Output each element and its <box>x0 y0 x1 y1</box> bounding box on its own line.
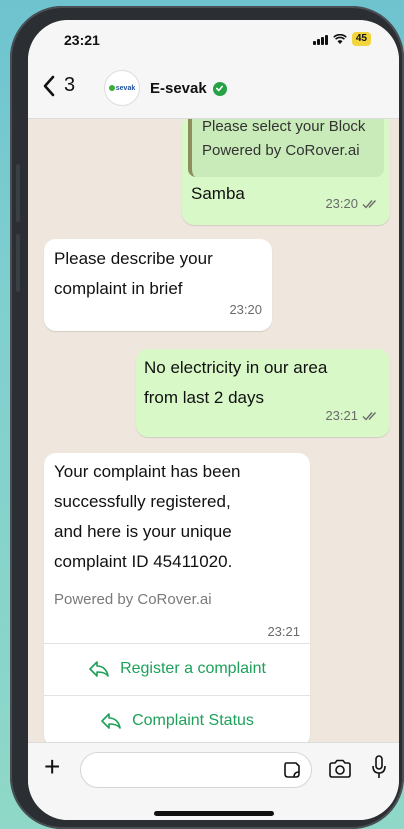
register-complaint-button[interactable]: Register a complaint <box>44 643 310 694</box>
status-icons: 45 <box>312 32 371 46</box>
verified-badge-icon <box>212 81 227 96</box>
plus-icon[interactable]: + <box>44 753 60 781</box>
contact-title[interactable]: E-sevak <box>150 80 227 97</box>
message-line: complaint in brief <box>54 279 183 298</box>
chevron-left-icon <box>43 75 55 96</box>
message-input[interactable] <box>80 752 312 788</box>
message-bubble-incoming[interactable]: Please describe your complaint in brief … <box>44 239 272 331</box>
message-text: No electricity in our area from last 2 d… <box>144 353 327 413</box>
message-text: Your complaint has been successfully reg… <box>54 457 241 577</box>
message-composer: + <box>28 742 399 820</box>
message-text: Samba <box>191 184 245 203</box>
signal-icon <box>312 34 328 45</box>
message-meta: 23:21 <box>325 401 380 431</box>
message-line: successfully registered, <box>54 492 231 511</box>
message-line: from last 2 days <box>144 388 264 407</box>
volume-down-button <box>16 234 20 292</box>
message-line: and here is your unique <box>54 522 232 541</box>
powered-by-footer: Powered by CoRover.ai <box>54 591 212 608</box>
home-indicator[interactable] <box>154 811 274 816</box>
camera-icon[interactable] <box>328 759 352 779</box>
message-bubble-incoming[interactable]: Your complaint has been successfully reg… <box>44 453 310 742</box>
microphone-icon[interactable] <box>371 755 387 781</box>
message-bubble-outgoing[interactable]: Please select your Block Powered by CoRo… <box>182 119 390 225</box>
back-button[interactable]: 3 <box>42 74 75 97</box>
battery-indicator: 45 <box>351 32 371 46</box>
message-line: Please describe your <box>54 249 213 268</box>
message-line: No electricity in our area <box>144 358 328 377</box>
reply-icon <box>89 661 109 677</box>
quoted-text-line: Powered by CoRover.ai <box>202 142 360 159</box>
quoted-message[interactable]: Please select your Block Powered by CoRo… <box>188 119 384 177</box>
message-meta: 23:20 <box>325 189 380 219</box>
message-time: 23:20 <box>229 302 262 317</box>
status-time: 23:21 <box>64 32 100 48</box>
reply-icon <box>101 713 121 729</box>
logo-dot-icon <box>108 85 115 91</box>
double-check-icon <box>362 200 377 209</box>
avatar-logo-text: sevak <box>115 84 136 92</box>
message-line: complaint ID 45411020. <box>54 552 233 571</box>
avatar[interactable]: sevak <box>104 70 140 106</box>
complaint-status-button[interactable]: Complaint Status <box>44 695 310 742</box>
status-bar: 23:21 45 <box>28 20 399 60</box>
message-bubble-outgoing[interactable]: No electricity in our area from last 2 d… <box>136 349 390 437</box>
chat-header: 3 sevak E-sevak <box>28 60 399 119</box>
wifi-icon <box>333 34 347 44</box>
sticker-icon[interactable] <box>283 761 301 779</box>
message-time: 23:21 <box>325 408 358 423</box>
message-text: Please describe your complaint in brief <box>54 244 213 304</box>
button-label: Register a complaint <box>120 660 266 677</box>
message-line: Your complaint has been <box>54 462 241 481</box>
message-time: 23:20 <box>325 196 358 211</box>
chat-area[interactable]: Please select your Block Powered by CoRo… <box>28 119 399 742</box>
phone-screen: 23:21 45 3 sevak E-sevak Please select y… <box>28 20 399 820</box>
phone-frame: 23:21 45 3 sevak E-sevak Please select y… <box>10 6 404 829</box>
volume-up-button <box>16 164 20 222</box>
button-label: Complaint Status <box>132 712 254 729</box>
double-check-icon <box>362 412 377 421</box>
message-meta: 23:20 <box>229 295 262 325</box>
quoted-text-line: Please select your Block <box>202 119 366 135</box>
unread-count: 3 <box>64 74 76 96</box>
contact-name: E-sevak <box>150 80 207 97</box>
